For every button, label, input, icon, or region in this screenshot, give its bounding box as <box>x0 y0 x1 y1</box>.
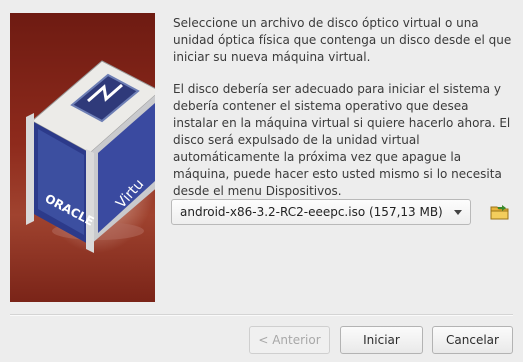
chevron-down-icon <box>454 209 462 215</box>
instruction-text: Seleccione un archivo de disco óptico vi… <box>173 16 512 64</box>
disk-image-selected: android-x86-3.2-RC2-eeepc.iso (157,13 MB… <box>180 205 443 219</box>
virtualbox-banner: ORACLE Virtu <box>10 13 155 302</box>
cancel-button[interactable]: Cancelar <box>432 326 513 354</box>
back-button[interactable]: < Anterior <box>249 326 330 354</box>
start-button[interactable]: Iniciar <box>340 326 423 354</box>
choose-disk-file-button[interactable] <box>490 203 510 221</box>
separator <box>10 314 513 316</box>
details-text: El disco debería ser adecuado para inici… <box>173 82 511 198</box>
folder-icon <box>490 205 509 220</box>
virtualbox-cube-logo: ORACLE Virtu <box>26 60 155 253</box>
disk-image-dropdown[interactable]: android-x86-3.2-RC2-eeepc.iso (157,13 MB… <box>171 199 471 225</box>
